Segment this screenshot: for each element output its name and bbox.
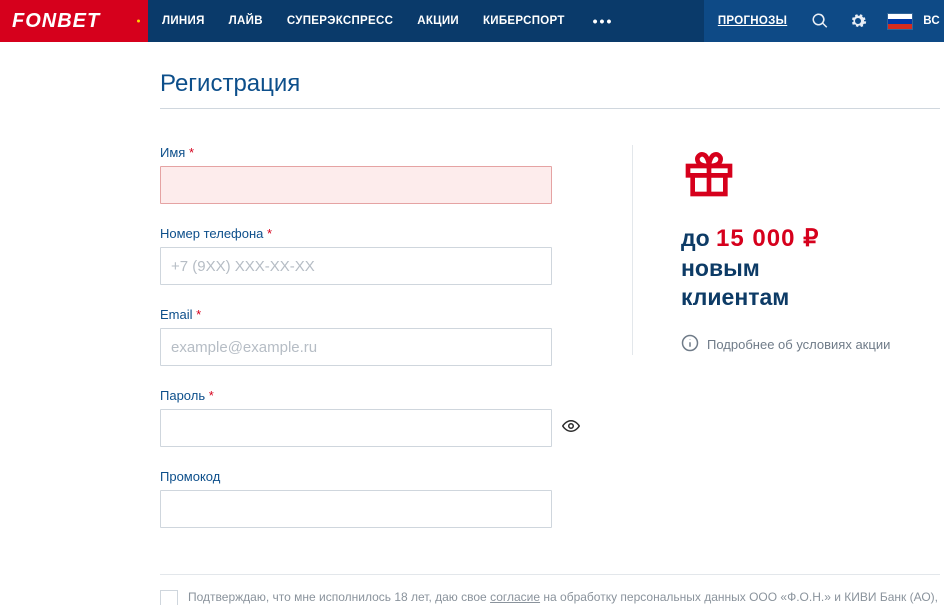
- field-phone: Номер телефона *: [160, 226, 620, 285]
- field-email: Email *: [160, 307, 620, 366]
- label-phone: Номер телефона *: [160, 226, 620, 241]
- label-name: Имя *: [160, 145, 620, 160]
- logo-dot-icon: [137, 20, 140, 23]
- password-wrap: [160, 409, 580, 447]
- promo-details-link[interactable]: Подробнее об условиях акции: [681, 334, 890, 355]
- header-right: ПРОГНОЗЫ ВС: [704, 0, 944, 42]
- promo-panel: до 15 000 ₽ новым клиентам Подробнее об …: [633, 145, 890, 550]
- label-promocode: Промокод: [160, 469, 620, 484]
- input-phone[interactable]: [160, 247, 552, 285]
- info-icon: [681, 334, 699, 355]
- consent-checkbox[interactable]: [160, 590, 178, 605]
- label-phone-text: Номер телефона: [160, 226, 263, 241]
- login-link[interactable]: ВС: [923, 15, 944, 27]
- top-header: FONBET ЛИНИЯ ЛАЙВ СУПЕРЭКСПРЕСС АКЦИИ КИ…: [0, 0, 944, 42]
- required-marker: *: [189, 145, 194, 160]
- title-divider: [160, 108, 940, 109]
- nav-live[interactable]: ЛАЙВ: [229, 15, 263, 27]
- logo-text: FONBET: [12, 10, 100, 33]
- input-password[interactable]: [160, 409, 552, 447]
- page-content: Регистрация Имя * Номер телефона * Email…: [0, 42, 944, 605]
- input-email[interactable]: [160, 328, 552, 366]
- page-title: Регистрация: [160, 70, 944, 98]
- consent-link-agreement[interactable]: согласие: [490, 590, 540, 604]
- nav-promo[interactable]: АКЦИИ: [417, 15, 459, 27]
- promo-line3: клиентам: [681, 284, 789, 310]
- label-password-text: Пароль: [160, 388, 205, 403]
- section-divider: [160, 574, 940, 575]
- field-name: Имя *: [160, 145, 620, 204]
- gear-icon[interactable]: [839, 0, 877, 42]
- label-email-text: Email: [160, 307, 193, 322]
- promo-prefix: до: [681, 225, 716, 251]
- gift-icon: [681, 145, 890, 206]
- nav-prognozy[interactable]: ПРОГНОЗЫ: [704, 15, 801, 27]
- eye-icon[interactable]: [562, 417, 580, 440]
- consent-text: Подтверждаю, что мне исполнилось 18 лет,…: [188, 589, 940, 605]
- logo[interactable]: FONBET: [0, 0, 148, 42]
- label-name-text: Имя: [160, 145, 185, 160]
- columns: Имя * Номер телефона * Email * Пароль *: [160, 145, 940, 550]
- consent-row: Подтверждаю, что мне исполнилось 18 лет,…: [160, 589, 940, 605]
- required-marker: *: [209, 388, 214, 403]
- registration-form: Имя * Номер телефона * Email * Пароль *: [160, 145, 620, 550]
- main-nav: ЛИНИЯ ЛАЙВ СУПЕРЭКСПРЕСС АКЦИИ КИБЕРСПОР…: [148, 0, 631, 42]
- ruble-icon: ₽: [803, 225, 819, 252]
- nav-esports[interactable]: КИБЕРСПОРТ: [483, 15, 565, 27]
- language-flag[interactable]: [887, 13, 913, 30]
- input-promocode[interactable]: [160, 490, 552, 528]
- promo-details-text: Подробнее об условиях акции: [707, 337, 890, 352]
- nav-more-icon[interactable]: •••: [589, 13, 618, 29]
- nav-superexpress[interactable]: СУПЕРЭКСПРЕСС: [287, 15, 393, 27]
- required-marker: *: [267, 226, 272, 241]
- label-password: Пароль *: [160, 388, 620, 403]
- label-email: Email *: [160, 307, 620, 322]
- input-name[interactable]: [160, 166, 552, 204]
- nav-line[interactable]: ЛИНИЯ: [162, 15, 205, 27]
- consent-seg1: Подтверждаю, что мне исполнилось 18 лет,…: [188, 590, 490, 604]
- promo-amount: 15 000: [716, 225, 803, 252]
- promo-headline: до 15 000 ₽ новым клиентам: [681, 224, 890, 312]
- field-promocode: Промокод: [160, 469, 620, 528]
- search-icon[interactable]: [801, 0, 839, 42]
- required-marker: *: [196, 307, 201, 322]
- flag-stripe-red: [888, 24, 912, 29]
- promo-line2: новым: [681, 255, 760, 281]
- field-password: Пароль *: [160, 388, 620, 447]
